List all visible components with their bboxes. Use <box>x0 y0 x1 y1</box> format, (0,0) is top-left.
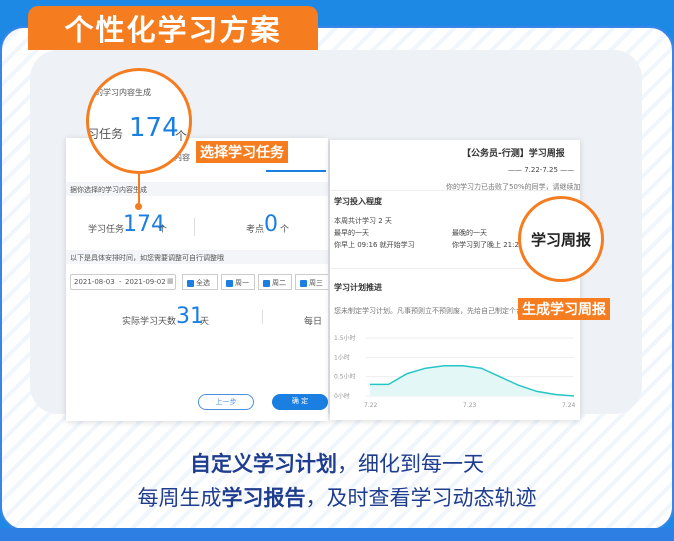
chart-y-tick: 1小时 <box>334 353 350 361</box>
section-title: 据你选择的学习内容生成 <box>70 186 147 194</box>
chart-y-tick: 1.5小时 <box>334 334 356 342</box>
zoom-circle-tasks: 的学习内容生成 习任务 174 个 <box>86 68 192 174</box>
checkbox-mon[interactable]: 周一 <box>221 274 255 290</box>
earliest-day-label: 最早的一天 <box>334 229 369 237</box>
points-label: 考点 <box>246 225 265 235</box>
generate-report-tag: 生成学习周报 <box>518 298 610 320</box>
zoom-report-label: 学习周报 <box>530 230 591 249</box>
task-unit: 个 <box>158 225 168 235</box>
check-icon <box>300 279 307 287</box>
divider <box>194 218 195 236</box>
actual-days-label: 实际学习天数 <box>122 317 177 327</box>
actual-days-unit: 天 <box>200 317 210 327</box>
task-label: 学习任务 <box>88 225 125 235</box>
divider <box>262 310 263 324</box>
date-separator: - <box>119 278 122 286</box>
date-range-picker[interactable]: 2021-08-03 - 2021-09-02 ▦ <box>70 274 176 290</box>
latest-day-label: 最晚的一天 <box>452 229 487 237</box>
section-input-title: 学习投入程度 <box>334 197 382 206</box>
check-icon <box>187 279 194 287</box>
report-title: 【公务员-行测】学习周报 <box>462 149 565 159</box>
week-total-text: 本周共计学习 2 天 <box>334 217 392 225</box>
zoom-task-unit: 个 <box>175 129 188 143</box>
chart-x-tick: 7.24 <box>562 402 576 409</box>
points-unit: 个 <box>280 225 290 235</box>
caption-line-1: 自定义学习计划，细化到每一天 <box>190 452 484 476</box>
date-start: 2021-08-03 <box>74 278 115 286</box>
caption-line-2: 每周生成学习报告，及时查看学习动态轨迹 <box>137 486 537 510</box>
calendar-icon[interactable]: ▦ <box>167 277 174 285</box>
date-end: 2021-09-02 <box>125 278 166 286</box>
prev-step-button[interactable]: 上一步 <box>198 394 254 410</box>
section-plan-title: 学习计划推进 <box>334 283 382 292</box>
plan-setup-screen: 内容 据你选择的学习内容生成 学习任务 174 个 考点 0 个 以下是具体安排… <box>66 138 328 421</box>
tab-underline <box>266 170 326 172</box>
zoom-circle-report: 学习周报 <box>518 196 604 282</box>
schedule-hint: 以下是具体安排时间，如您需要调整可自行调整哦 <box>70 254 224 262</box>
chart-x-tick: 7.22 <box>364 402 378 409</box>
chart-area <box>370 365 574 396</box>
divider <box>330 190 580 191</box>
report-date-range: —— 7.22-7.25 —— <box>508 166 575 174</box>
bottom-strip <box>0 528 674 541</box>
checkbox-wed[interactable]: 周三 <box>295 274 328 290</box>
select-task-tag: 选择学习任务 <box>196 141 288 163</box>
earliest-time-text: 你早上 09:16 就开始学习 <box>334 241 415 249</box>
page-title: 个性化学习方案 <box>28 6 318 50</box>
zoom-task-count: 174 <box>129 113 179 143</box>
study-time-chart: 1.5小时 1小时 0.5小时 0小时 7.22 7.23 7.24 <box>334 334 576 409</box>
latest-time-text: 你学习到了晚上 21:28 <box>452 241 524 249</box>
confirm-button[interactable]: 确 定 <box>272 394 328 410</box>
chart-y-tick: 0.5小时 <box>334 373 356 381</box>
weekly-report-screen: 【公务员-行测】学习周报 —— 7.22-7.25 —— 你的学习力已击败了50… <box>330 140 580 420</box>
check-icon <box>263 279 270 287</box>
zoom-task-label: 习任务 <box>87 127 124 141</box>
connector-line <box>138 174 140 204</box>
chart-y-tick: 0小时 <box>334 392 350 400</box>
plan-hint-text: 您未制定学习计划。凡事预则立不预则废，先给自己制定个合 <box>334 307 523 315</box>
checkbox-all[interactable]: 全选 <box>182 274 218 290</box>
checkbox-tue[interactable]: 周二 <box>258 274 292 290</box>
points-count: 0 <box>264 212 278 237</box>
daily-label-partial: 每日 <box>304 317 323 327</box>
check-icon <box>226 279 233 287</box>
zoom-top-text: 的学习内容生成 <box>95 88 151 97</box>
chart-x-tick: 7.23 <box>463 402 477 409</box>
connector-dot <box>135 203 142 210</box>
